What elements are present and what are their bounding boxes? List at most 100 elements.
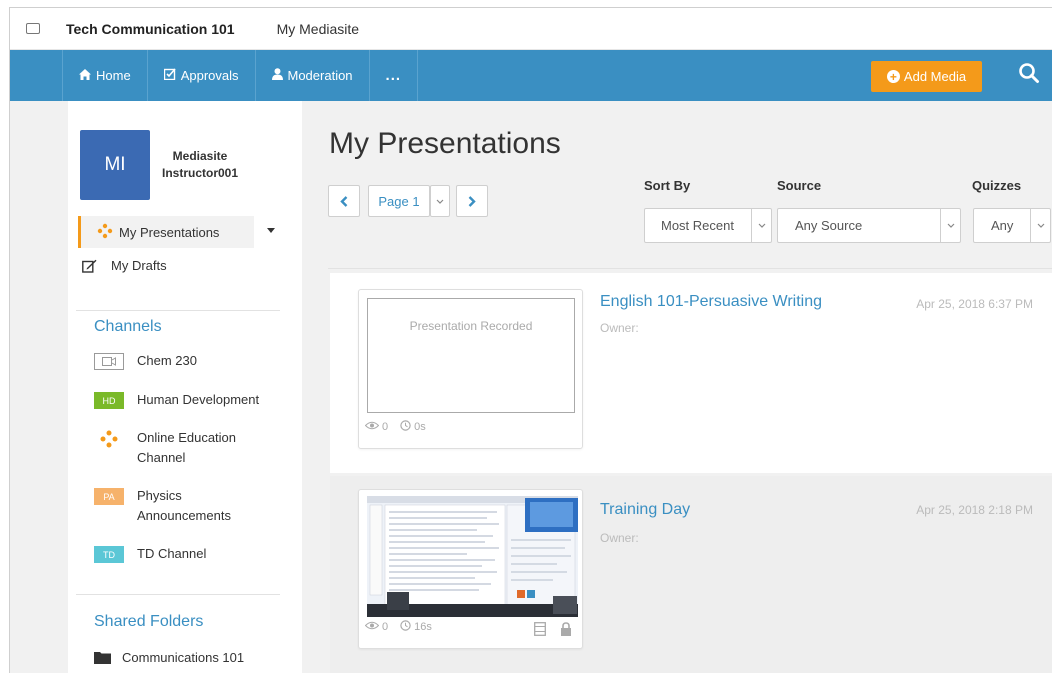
user-name: Mediasite Instructor001 — [162, 149, 239, 180]
prev-page-button[interactable] — [328, 185, 360, 217]
edit-icon — [82, 259, 97, 273]
nav-home-label: Home — [96, 68, 131, 83]
folder-label: Communications 101 — [122, 650, 245, 665]
source-label: Source — [777, 178, 822, 193]
nav-moderation-label: Moderation — [287, 68, 353, 83]
presentation-row[interactable]: 0 16s Training Day Owner: Apr 25, 2018 2… — [330, 476, 1052, 673]
nav-approvals-label: Approvals — [180, 68, 239, 83]
sort-by-value: Most Recent — [661, 218, 734, 233]
nav-more-button[interactable]: ... — [370, 50, 419, 101]
add-media-label: Add Media — [903, 69, 967, 84]
folder-communications-101[interactable]: Communications 101 — [94, 650, 244, 665]
channel-physics-announcements[interactable]: PA Physics Announcements — [94, 486, 264, 526]
channel-td[interactable]: TD TD Channel — [94, 544, 206, 564]
sidebar-item-my-presentations[interactable]: My Presentations — [78, 216, 254, 248]
avatar[interactable]: MI — [80, 130, 150, 200]
channel-label: Chem 230 — [137, 353, 197, 368]
my-mediasite-link[interactable]: My Mediasite — [277, 21, 359, 37]
quizzes-value: Any — [991, 218, 1014, 233]
main-nav: Home Approvals Moderation ... + Add Medi… — [10, 50, 1052, 101]
channel-human-development[interactable]: HD Human Development — [94, 390, 259, 410]
folder-icon — [94, 651, 111, 664]
channel-label: TD Channel — [137, 546, 207, 561]
card-tools — [522, 622, 574, 636]
nav-approvals[interactable]: Approvals — [148, 50, 256, 101]
search-button[interactable] — [1018, 62, 1044, 88]
chevron-right-icon — [468, 195, 476, 207]
divider — [328, 268, 1052, 269]
channel-chem-230[interactable]: Chem 230 — [94, 351, 197, 371]
nav-home[interactable]: Home — [62, 50, 148, 101]
view-count: 0 — [382, 421, 389, 433]
mediasite-dots-icon — [94, 430, 124, 447]
page-title: My Presentations — [329, 127, 561, 160]
left-panel: MI Mediasite Instructor001 My Presentati… — [10, 101, 310, 673]
thumbnail[interactable] — [367, 496, 578, 617]
user-card: MI Mediasite Instructor001 — [80, 130, 238, 200]
lock-icon[interactable] — [560, 622, 574, 636]
divider — [76, 310, 280, 311]
sidebar-item-my-drafts[interactable]: My Drafts — [82, 258, 167, 273]
nav-moderation[interactable]: Moderation — [256, 50, 370, 101]
channel-label: Human Development — [137, 392, 260, 407]
duration: 16s — [414, 621, 432, 633]
presentation-card[interactable]: Presentation Recorded 0 0s — [358, 289, 583, 449]
sidebar: MI Mediasite Instructor001 My Presentati… — [68, 101, 302, 673]
chevron-left-icon — [340, 195, 348, 207]
sort-by-select[interactable]: Most Recent — [644, 208, 772, 243]
channel-badge: HD — [94, 392, 124, 409]
sidebar-item-label: My Presentations — [119, 224, 220, 240]
presentation-owner: Owner: — [600, 531, 639, 545]
chevron-down-icon — [751, 209, 771, 242]
duration: 0s — [414, 421, 426, 433]
sort-by-label: Sort By — [644, 178, 691, 193]
user-icon — [271, 68, 283, 83]
main-content: My Presentations Page 1 Sort By Most Rec… — [310, 101, 1052, 673]
chevron-down-icon — [1030, 209, 1050, 242]
content-header: My Presentations Page 1 Sort By Most Rec… — [310, 101, 1052, 266]
source-value: Any Source — [795, 218, 863, 233]
channel-badge: TD — [94, 546, 124, 563]
presentation-card[interactable]: 0 16s — [358, 489, 583, 649]
channel-badge — [94, 353, 124, 370]
title-bar: Tech Communication 101 My Mediasite — [10, 8, 1052, 50]
add-media-button[interactable]: + Add Media — [871, 61, 982, 92]
channels-heading: Channels — [94, 318, 162, 335]
page-select[interactable]: Page 1 — [368, 185, 430, 217]
home-icon — [79, 68, 91, 83]
view-count: 0 — [382, 621, 389, 633]
mediasite-dots-icon — [97, 223, 113, 242]
eye-icon — [364, 421, 380, 433]
chevron-down-icon[interactable] — [267, 228, 275, 233]
quizzes-label: Quizzes — [972, 178, 1022, 193]
quizzes-select[interactable]: Any — [973, 208, 1051, 243]
app-frame: Tech Communication 101 My Mediasite Home… — [9, 7, 1052, 673]
presentation-title[interactable]: English 101-Persuasive Writing — [600, 293, 822, 311]
presentation-row[interactable]: Presentation Recorded 0 0s English 101-P… — [330, 273, 1052, 473]
thumbnail[interactable]: Presentation Recorded — [367, 298, 575, 413]
presentation-date: Apr 25, 2018 6:37 PM — [916, 297, 1033, 311]
next-page-button[interactable] — [456, 185, 488, 217]
plus-circle-icon: + — [886, 70, 900, 83]
presentation-title[interactable]: Training Day — [600, 501, 690, 519]
clock-icon — [400, 420, 411, 434]
card-stats: 0 16s — [364, 620, 432, 634]
presentation-owner: Owner: — [600, 321, 639, 335]
chevron-down-icon — [940, 209, 960, 242]
course-title[interactable]: Tech Communication 101 — [66, 21, 235, 37]
checkbox-edit-icon — [163, 68, 176, 83]
card-stats: 0 0s — [364, 420, 426, 434]
chevron-down-icon — [436, 199, 444, 204]
channel-label: Online Education Channel — [137, 430, 237, 465]
page-dropdown-button[interactable] — [430, 185, 450, 217]
channel-online-education[interactable]: Online Education Channel — [94, 428, 264, 468]
source-select[interactable]: Any Source — [777, 208, 961, 243]
shared-folders-heading: Shared Folders — [94, 613, 204, 630]
film-icon[interactable] — [534, 622, 548, 636]
channel-badge: PA — [94, 488, 124, 505]
clock-icon — [400, 620, 411, 634]
screen-capture-thumbnail — [367, 496, 578, 617]
channel-label: Physics Announcements — [137, 488, 231, 523]
divider — [76, 594, 280, 595]
window-icon[interactable] — [26, 20, 41, 34]
